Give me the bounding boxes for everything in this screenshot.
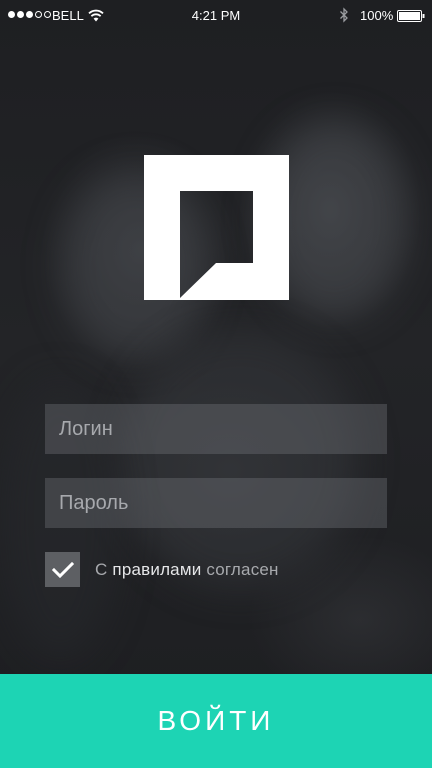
terms-checkbox[interactable]	[45, 552, 80, 587]
login-screen: BELL 4:21 PM 100% С	[0, 0, 432, 768]
login-button[interactable]: ВОЙТИ	[0, 674, 432, 768]
terms-label: С правилами согласен	[95, 560, 279, 580]
battery-icon	[397, 10, 425, 22]
terms-agreement: С правилами согласен	[45, 552, 279, 587]
terms-link[interactable]: правилами	[112, 560, 201, 579]
status-bar: BELL 4:21 PM 100%	[0, 0, 432, 30]
terms-label-suffix: согласен	[206, 559, 279, 579]
terms-label-prefix: С	[95, 559, 108, 579]
login-input[interactable]	[59, 404, 373, 454]
background-photo-shape	[120, 330, 360, 590]
password-input[interactable]	[59, 478, 373, 528]
bluetooth-icon	[340, 7, 348, 23]
login-field[interactable]	[45, 404, 387, 454]
battery-percentage: 100%	[360, 8, 394, 23]
checkmark-icon	[51, 561, 74, 578]
password-field[interactable]	[45, 478, 387, 528]
app-logo-icon	[144, 155, 289, 300]
